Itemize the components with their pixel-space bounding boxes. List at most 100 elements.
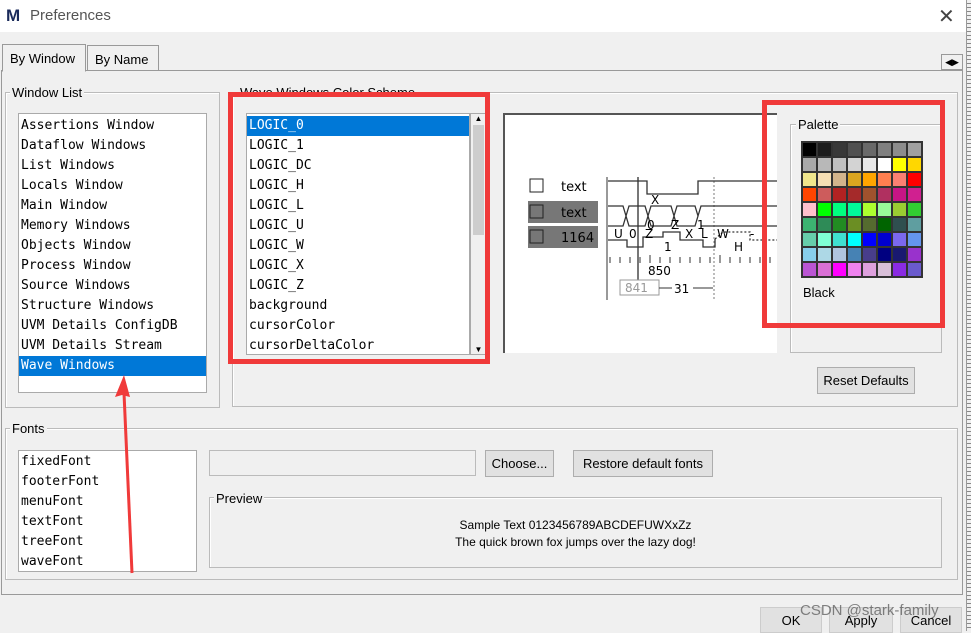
color-scheme-list[interactable]: LOGIC_0 LOGIC_1 LOGIC_DC LOGIC_H LOGIC_L LOGI… bbox=[246, 113, 470, 355]
color-swatch[interactable] bbox=[847, 232, 862, 247]
font-value-field[interactable] bbox=[209, 450, 476, 476]
color-swatch[interactable] bbox=[862, 202, 877, 217]
scroll-down-icon[interactable]: ▼ bbox=[471, 345, 486, 354]
tab-scroll-arrows-icon[interactable]: ◀▶ bbox=[941, 54, 963, 70]
color-swatch[interactable] bbox=[907, 142, 922, 157]
list-item[interactable]: LOGIC_DC bbox=[247, 156, 469, 176]
color-swatch[interactable] bbox=[862, 172, 877, 187]
list-item[interactable]: LOGIC_1 bbox=[247, 136, 469, 156]
close-icon[interactable]: ✕ bbox=[938, 4, 955, 29]
list-item[interactable]: List Windows bbox=[19, 156, 206, 176]
color-swatch[interactable] bbox=[877, 202, 892, 217]
color-swatch[interactable] bbox=[832, 217, 847, 232]
color-swatch[interactable] bbox=[877, 142, 892, 157]
list-item[interactable]: footerFont bbox=[19, 472, 196, 492]
color-swatch[interactable] bbox=[892, 187, 907, 202]
color-swatch[interactable] bbox=[832, 187, 847, 202]
color-swatch[interactable] bbox=[862, 217, 877, 232]
color-swatch[interactable] bbox=[907, 217, 922, 232]
color-swatch[interactable] bbox=[892, 232, 907, 247]
tab-by-name[interactable]: By Name bbox=[87, 45, 159, 71]
color-swatch[interactable] bbox=[817, 232, 832, 247]
list-item[interactable]: LOGIC_L bbox=[247, 196, 469, 216]
color-swatch[interactable] bbox=[892, 202, 907, 217]
color-swatch[interactable] bbox=[862, 187, 877, 202]
list-item[interactable]: waveFont bbox=[19, 552, 196, 571]
color-swatch[interactable] bbox=[862, 142, 877, 157]
list-item[interactable]: background bbox=[247, 296, 469, 316]
color-swatch[interactable] bbox=[877, 262, 892, 277]
color-swatch[interactable] bbox=[907, 232, 922, 247]
color-swatch[interactable] bbox=[847, 217, 862, 232]
color-swatch[interactable] bbox=[877, 157, 892, 172]
color-swatch[interactable] bbox=[862, 157, 877, 172]
color-swatch[interactable] bbox=[847, 202, 862, 217]
color-swatch[interactable] bbox=[892, 157, 907, 172]
color-swatch[interactable] bbox=[847, 142, 862, 157]
color-swatch[interactable] bbox=[802, 247, 817, 262]
list-item[interactable]: fixedFont bbox=[19, 452, 196, 472]
color-swatch[interactable] bbox=[832, 157, 847, 172]
color-swatch[interactable] bbox=[802, 202, 817, 217]
list-item[interactable]: Process Window bbox=[19, 256, 206, 276]
list-item[interactable]: LOGIC_H bbox=[247, 176, 469, 196]
list-item[interactable]: cursorDeltaColor bbox=[247, 336, 469, 354]
color-swatch[interactable] bbox=[832, 262, 847, 277]
color-swatch[interactable] bbox=[907, 247, 922, 262]
list-item[interactable]: LOGIC_Z bbox=[247, 276, 469, 296]
color-swatch[interactable] bbox=[817, 172, 832, 187]
color-swatch[interactable] bbox=[892, 217, 907, 232]
color-swatch[interactable] bbox=[832, 247, 847, 262]
list-item[interactable]: UVM Details ConfigDB bbox=[19, 316, 206, 336]
color-swatch[interactable] bbox=[862, 232, 877, 247]
color-swatch[interactable] bbox=[832, 232, 847, 247]
color-swatch[interactable] bbox=[892, 262, 907, 277]
color-swatch[interactable] bbox=[847, 187, 862, 202]
color-swatch[interactable] bbox=[817, 202, 832, 217]
list-item[interactable]: Structure Windows bbox=[19, 296, 206, 316]
color-swatch[interactable] bbox=[892, 142, 907, 157]
list-item[interactable]: Locals Window bbox=[19, 176, 206, 196]
tab-by-window[interactable]: By Window bbox=[2, 44, 86, 72]
color-swatch[interactable] bbox=[907, 157, 922, 172]
color-swatch[interactable] bbox=[817, 157, 832, 172]
color-swatch[interactable] bbox=[802, 157, 817, 172]
list-item[interactable]: Main Window bbox=[19, 196, 206, 216]
list-item[interactable]: Memory Windows bbox=[19, 216, 206, 236]
list-item[interactable]: LOGIC_U bbox=[247, 216, 469, 236]
window-list[interactable]: Assertions Window Dataflow Windows List Wi… bbox=[18, 113, 207, 393]
color-swatch[interactable] bbox=[847, 157, 862, 172]
scroll-up-icon[interactable]: ▲ bbox=[471, 114, 486, 123]
color-swatch[interactable] bbox=[847, 262, 862, 277]
color-swatch[interactable] bbox=[877, 232, 892, 247]
choose-font-button[interactable]: Choose... bbox=[485, 450, 554, 477]
color-swatch[interactable] bbox=[832, 202, 847, 217]
list-item[interactable]: Dataflow Windows bbox=[19, 136, 206, 156]
color-swatch[interactable] bbox=[907, 262, 922, 277]
color-swatch[interactable] bbox=[817, 262, 832, 277]
color-swatch[interactable] bbox=[817, 187, 832, 202]
color-swatch[interactable] bbox=[877, 247, 892, 262]
color-swatch[interactable] bbox=[832, 142, 847, 157]
color-swatch[interactable] bbox=[907, 172, 922, 187]
color-swatch[interactable] bbox=[802, 217, 817, 232]
color-swatch[interactable] bbox=[877, 172, 892, 187]
color-swatch[interactable] bbox=[907, 187, 922, 202]
list-item[interactable]: LOGIC_X bbox=[247, 256, 469, 276]
color-swatch[interactable] bbox=[862, 262, 877, 277]
color-swatch[interactable] bbox=[817, 247, 832, 262]
color-swatch[interactable] bbox=[892, 247, 907, 262]
restore-default-fonts-button[interactable]: Restore default fonts bbox=[573, 450, 713, 477]
list-item[interactable]: cursorColor bbox=[247, 316, 469, 336]
color-swatch[interactable] bbox=[907, 202, 922, 217]
color-swatch[interactable] bbox=[802, 142, 817, 157]
list-item[interactable]: LOGIC_0 bbox=[247, 116, 469, 136]
color-swatch[interactable] bbox=[802, 232, 817, 247]
list-item[interactable]: Objects Window bbox=[19, 236, 206, 256]
list-item[interactable]: menuFont bbox=[19, 492, 196, 512]
color-list-scrollbar[interactable]: ▲ ▼ bbox=[470, 113, 487, 355]
list-item[interactable]: treeFont bbox=[19, 532, 196, 552]
font-list[interactable]: fixedFont footerFont menuFont textFont treeF… bbox=[18, 450, 197, 572]
list-item[interactable]: LOGIC_W bbox=[247, 236, 469, 256]
color-swatch[interactable] bbox=[802, 172, 817, 187]
